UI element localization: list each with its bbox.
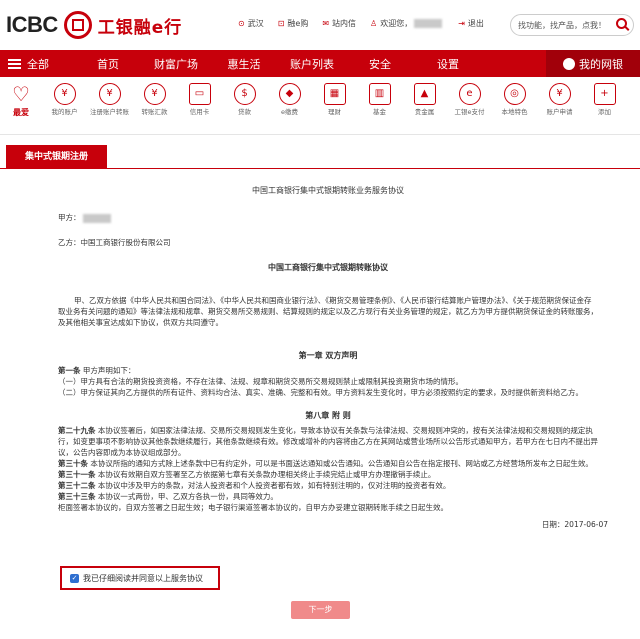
agree-label: 我已仔细阅读并同意以上服务协议 xyxy=(83,573,203,583)
account-icon: ¥ xyxy=(53,83,76,105)
nav-all-menu[interactable]: 全部 xyxy=(0,56,74,72)
agreement-title: 中国工商银行集中式银期转账业务服务协议 xyxy=(252,186,404,195)
icbc-logo-text[interactable]: ICBC xyxy=(6,12,58,38)
nav-item-settings[interactable]: 设置 xyxy=(414,56,482,72)
shortcut-e-payment[interactable]: ◆ e缴费 xyxy=(267,83,312,117)
mail-icon: ✉ xyxy=(322,19,330,28)
shortcut-transfer[interactable]: ¥ 转账汇款 xyxy=(132,83,177,117)
nav-my-bank[interactable]: 我的网银 xyxy=(546,50,640,77)
icbc-logo-icon[interactable] xyxy=(63,11,92,39)
next-button[interactable]: 下一步 xyxy=(291,601,350,619)
shortcut-icbc-epay[interactable]: e 工银e支付 xyxy=(447,83,492,117)
article-33: 第三十三条 本协议一式两份，甲、乙双方各执一份，具同等效力。 xyxy=(58,492,278,501)
logout-link[interactable]: ⇥ 退出 xyxy=(458,18,484,29)
account-apply-icon: ¥ xyxy=(548,83,571,105)
shortcut-my-account[interactable]: ¥ 我的账户 xyxy=(42,83,87,117)
shortcut-registered-transfer[interactable]: ¥ 注册账户转账 xyxy=(87,83,132,117)
article-1-clause-2: （二）甲方保证其向乙方提供的所有证件、资料均合法、真实、准确、完整和有效。甲方资… xyxy=(58,388,583,397)
add-icon: + xyxy=(593,83,616,105)
menu-icon xyxy=(8,58,21,69)
favorites-icon: ♡ xyxy=(12,82,30,106)
location-link[interactable]: ⊙ 武汉 xyxy=(238,18,264,29)
shortcut-strip: ♡ 最爱 ¥ 我的账户 ¥ 注册账户转账 ¥ 转账汇款 ▭ 信用卡 $ 贷款 ◆ e缴费 ▦ 理… xyxy=(0,77,640,135)
shortcut-loan[interactable]: $ 贷款 xyxy=(222,83,267,117)
money-bag-icon xyxy=(563,57,575,70)
article-29: 第二十九条 本协议签署后，如国家法律法规、交易所交易规则发生变化，导致本协议有关… xyxy=(58,426,598,457)
shortcut-wealth[interactable]: ▦ 理财 xyxy=(312,83,357,117)
location-icon: ⊙ xyxy=(238,19,245,28)
party-a: 甲方： xyxy=(58,212,598,223)
e-payment-icon: ◆ xyxy=(278,83,301,105)
redacted-party-a xyxy=(82,213,111,223)
search-icon[interactable] xyxy=(616,18,627,29)
agreement-date: 日期：2017-06-07 xyxy=(541,520,608,529)
inbox-link[interactable]: ✉ 站内信 xyxy=(322,18,356,29)
shortcut-favorites[interactable]: ♡ 最爱 xyxy=(0,83,42,117)
precious-metal-icon: ▲ xyxy=(413,83,436,105)
nav-item-accounts[interactable]: 账户列表 xyxy=(278,56,346,72)
article-1: 第一条 甲方声明如下： xyxy=(58,366,136,375)
shortcut-fund[interactable]: ▥ 基金 xyxy=(357,83,402,117)
agree-checkbox[interactable]: ✓ xyxy=(70,573,79,583)
nav-item-life[interactable]: 惠生活 xyxy=(210,56,278,72)
user-icon: ♙ xyxy=(370,19,378,28)
shortcut-local-feature[interactable]: ◎ 本地特色 xyxy=(492,83,537,117)
nav-item-wealth-plaza[interactable]: 财富广场 xyxy=(142,56,210,72)
chapter-1-heading: 第一章 双方声明 xyxy=(298,351,358,360)
agreement-document: 中国工商银行集中式银期转账业务服务协议 甲方： 乙方：中国工商银行股份有限公司 … xyxy=(58,185,608,530)
e-shop-link[interactable]: ⊡ 融e购 xyxy=(278,18,309,29)
agreement-intro: 甲、乙双方依据《中华人民共和国合同法》、《中华人民共和国商业银行法》、《期货交易… xyxy=(58,296,598,327)
cart-icon: ⊡ xyxy=(277,19,285,28)
transfer-registered-icon: ¥ xyxy=(98,83,121,105)
transfer-icon: ¥ xyxy=(143,83,166,105)
chapter-8-heading: 第八章 附 则 xyxy=(305,411,351,420)
tab-futures-registration[interactable]: 集中式银期注册 xyxy=(6,145,107,169)
nav-item-security[interactable]: 安全 xyxy=(346,56,414,72)
closing-clause: 柜面签署本协议的，自双方签署之日起生效；电子银行渠道签署本协议的，自甲方办妥建立… xyxy=(58,503,448,512)
wealth-icon: ▦ xyxy=(323,83,346,105)
welcome-user: ♙ 欢迎您， xyxy=(370,18,444,29)
credit-card-icon: ▭ xyxy=(188,83,211,105)
party-b: 乙方：中国工商银行股份有限公司 xyxy=(58,238,171,247)
agreement-subtitle: 中国工商银行集中式银期转账协议 xyxy=(268,263,388,272)
loan-icon: $ xyxy=(233,83,256,105)
article-31: 第三十一条 本协议有效期自双方签署至乙方依据第七章有关条款办理相关终止手续完结止… xyxy=(58,470,436,479)
top-header: ICBC 工银融e行 ⊙ 武汉 ⊡ 融e购 ✉ 站内信 ♙ 欢迎您， ⇥ 退出 找功能，找… xyxy=(0,0,640,50)
shortcut-precious-metal[interactable]: ▲ 贵金属 xyxy=(402,83,447,117)
section-tabbar: 集中式银期注册 xyxy=(0,145,640,169)
redacted-username xyxy=(414,19,443,28)
fund-icon: ▥ xyxy=(368,83,391,105)
brand-name[interactable]: 工银融e行 xyxy=(98,13,183,38)
article-32: 第三十二条 本协议中涉及甲方的条款，对法人投资者和个人投资者都有效，如有特别注明… xyxy=(58,481,451,490)
shortcut-credit-card[interactable]: ▭ 信用卡 xyxy=(177,83,222,117)
logout-icon: ⇥ xyxy=(458,19,465,28)
search-input[interactable]: 找功能，找产品，点我！ xyxy=(510,14,634,36)
article-1-clause-1: （一）甲方具有合法的期货投资资格，不存在法律、法规、规章和期货交易所交易规则禁止… xyxy=(58,377,463,386)
nav-item-home[interactable]: 首页 xyxy=(74,56,142,72)
shortcut-account-apply[interactable]: ¥ 账户申请 xyxy=(537,83,582,117)
agree-checkbox-row[interactable]: ✓ 我已仔细阅读并同意以上服务协议 xyxy=(60,566,220,590)
icbc-epay-icon: e xyxy=(458,83,481,105)
local-feature-icon: ◎ xyxy=(503,83,526,105)
article-30: 第三十条 本协议所指的通知方式除上述条款中已有约定外，可以是书面送达通知或公告通… xyxy=(58,459,593,468)
shortcut-add[interactable]: + 添加 xyxy=(582,83,627,117)
main-nav: 全部 首页 财富广场 惠生活 账户列表 安全 设置 我的网银 xyxy=(0,50,640,77)
top-links: ⊙ 武汉 ⊡ 融e购 ✉ 站内信 ♙ 欢迎您， ⇥ 退出 xyxy=(238,18,484,29)
